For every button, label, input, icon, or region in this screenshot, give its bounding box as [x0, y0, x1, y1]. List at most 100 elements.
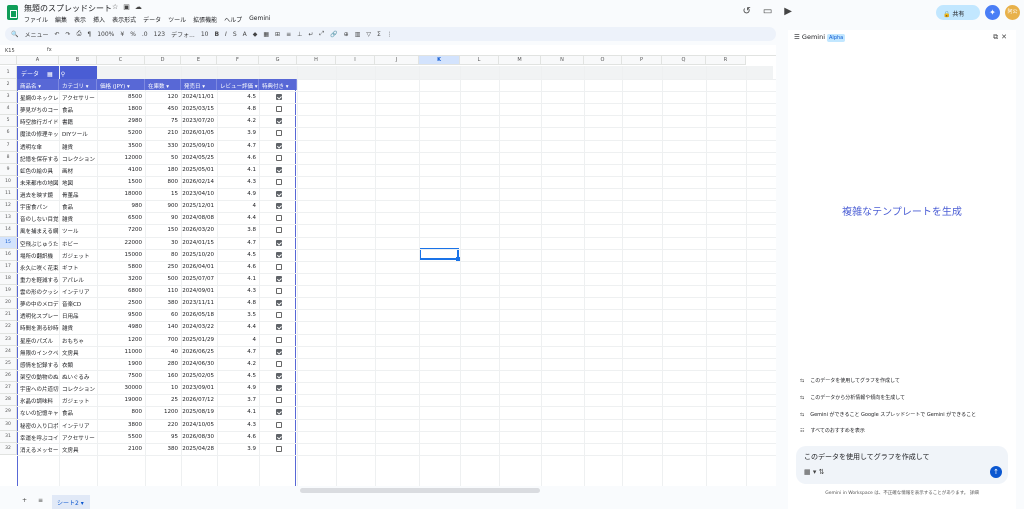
column-header-R[interactable]: R — [706, 56, 746, 65]
checkbox[interactable] — [276, 130, 282, 137]
table-header-cell[interactable]: カテゴリ ▾ — [59, 79, 97, 90]
table-header-cell[interactable]: 特典付き ▾ — [259, 79, 297, 90]
table-header-cell[interactable]: 価格 (JPY) ▾ — [97, 79, 145, 90]
search-menu[interactable]: メニュー — [24, 30, 48, 39]
row-header[interactable]: 26 — [0, 369, 17, 383]
more-icon[interactable]: ⋮ — [387, 31, 393, 38]
row-header[interactable]: 21 — [0, 309, 17, 322]
input-tools-icon[interactable]: ▦ ▾ ⇅ — [804, 468, 824, 476]
checkbox[interactable] — [276, 312, 282, 319]
column-header-P[interactable]: P — [622, 56, 662, 65]
link-icon[interactable]: 🔗 — [330, 31, 337, 38]
merge-icon[interactable]: ⊞ — [275, 31, 280, 38]
column-header-B[interactable]: B — [59, 56, 97, 65]
cell-reference[interactable]: K15 — [5, 48, 15, 54]
table-header-cell[interactable]: 発売日 ▾ — [181, 79, 217, 90]
selected-cell[interactable] — [419, 248, 460, 261]
comment-add-icon[interactable]: ⊕ — [344, 31, 349, 38]
checkbox[interactable] — [276, 288, 282, 295]
row-header[interactable]: 8 — [0, 151, 17, 164]
row-header[interactable]: 23 — [0, 333, 17, 346]
row-header[interactable]: 20 — [0, 297, 17, 310]
menu-item-9[interactable]: Gemini — [249, 15, 270, 24]
checkbox[interactable] — [276, 215, 282, 222]
checkbox[interactable] — [276, 263, 282, 270]
checkbox[interactable] — [276, 94, 282, 100]
row-header[interactable]: 31 — [0, 430, 17, 443]
checkbox[interactable] — [276, 275, 282, 282]
checkbox[interactable] — [276, 178, 282, 185]
row-header[interactable]: 9 — [0, 163, 17, 176]
column-header-F[interactable]: F — [217, 56, 259, 65]
checkbox[interactable] — [276, 251, 282, 258]
column-header-C[interactable]: C — [97, 56, 145, 65]
row-header[interactable]: 12 — [0, 200, 17, 213]
gemini-input[interactable]: このデータを使用してグラフを作成して ▦ ▾ ⇅ ↑ — [796, 446, 1008, 484]
menu-item-7[interactable]: 拡張機能 — [193, 15, 217, 24]
row-header[interactable]: 25 — [0, 357, 17, 370]
checkbox[interactable] — [276, 360, 282, 367]
row-header[interactable]: 32 — [0, 442, 17, 455]
checkbox[interactable] — [276, 409, 282, 416]
all-sheets-icon[interactable]: ≡ — [38, 497, 43, 504]
checkbox[interactable] — [276, 372, 282, 379]
row-header[interactable]: 29 — [0, 406, 17, 419]
column-header-G[interactable]: G — [259, 56, 297, 65]
column-header-O[interactable]: O — [584, 56, 622, 65]
add-sheet-icon[interactable]: + — [22, 497, 27, 504]
chart-icon[interactable]: ▥ — [355, 31, 361, 38]
menu-item-5[interactable]: データ — [143, 15, 161, 24]
valign-icon[interactable]: ⊥ — [297, 31, 302, 38]
row-header[interactable]: 15 — [0, 236, 17, 249]
currency-icon[interactable]: ¥ — [120, 31, 124, 38]
borders-icon[interactable]: ▦ — [263, 31, 269, 38]
row-header[interactable]: 19 — [0, 285, 17, 298]
menu-item-2[interactable]: 表示 — [74, 15, 86, 24]
checkbox[interactable] — [276, 227, 282, 234]
checkbox[interactable] — [276, 142, 282, 149]
share-button[interactable]: 🔒 共有 — [936, 5, 980, 20]
decrease-decimal[interactable]: .0 — [142, 31, 148, 38]
row-header[interactable]: 5 — [0, 115, 17, 128]
undo-icon[interactable]: ↶ — [55, 31, 60, 38]
percent-button[interactable]: % — [130, 31, 136, 38]
column-header-E[interactable]: E — [181, 56, 217, 65]
row-header[interactable]: 16 — [0, 248, 17, 261]
search-icon[interactable]: 🔍 — [11, 31, 18, 38]
column-header-M[interactable]: M — [499, 56, 541, 65]
row-header[interactable]: 13 — [0, 212, 17, 225]
column-header-L[interactable]: L — [460, 56, 499, 65]
checkbox[interactable] — [276, 106, 282, 113]
suggestion-chart[interactable]: ⇆ このデータを使用してグラフを作成して — [800, 377, 900, 384]
checkbox[interactable] — [276, 445, 282, 452]
checkbox[interactable] — [276, 336, 282, 343]
row-header[interactable]: 4 — [0, 103, 17, 116]
checkbox[interactable] — [276, 239, 282, 246]
table-header-cell[interactable]: 商品名 ▾ — [17, 79, 59, 90]
table-header-cell[interactable]: 在庫数 ▾ — [145, 79, 181, 90]
print-icon[interactable]: ⎙ — [77, 30, 82, 38]
column-header-I[interactable]: I — [336, 56, 375, 65]
number-format[interactable]: 123 — [154, 31, 165, 38]
panel-icons[interactable]: ⧉✕ — [993, 33, 1010, 42]
row-header[interactable]: 11 — [0, 188, 17, 201]
menu-item-1[interactable]: 編集 — [55, 15, 67, 24]
document-title[interactable]: 無題のスプレッドシート — [24, 3, 112, 14]
row-header[interactable]: 18 — [0, 272, 17, 286]
strikethrough-icon[interactable]: S — [233, 31, 237, 38]
tab-sheet2[interactable]: シート2 ▾ — [52, 495, 90, 509]
history-icon[interactable]: ↺ — [742, 6, 750, 17]
sum-icon[interactable]: Σ — [377, 31, 381, 38]
column-header-A[interactable]: A — [17, 56, 59, 65]
spreadsheet-grid[interactable]: データ ▦ ⚲ A B C D E F G H I J K L M N O P Q R 1 2 3 4 5 6 7 8 9 10 11 12 1… — [0, 56, 776, 486]
row-header[interactable]: 14 — [0, 224, 17, 237]
row-header[interactable]: 28 — [0, 394, 17, 407]
row-header[interactable]: 2 — [0, 79, 17, 91]
sheets-logo-icon[interactable] — [7, 5, 18, 20]
checkbox[interactable] — [276, 203, 282, 210]
menu-item-3[interactable]: 挿入 — [93, 15, 105, 24]
row-header[interactable]: 22 — [0, 321, 17, 334]
meet-icon[interactable]: ▶ — [784, 6, 792, 17]
bold-button[interactable]: B — [214, 31, 219, 38]
fill-color-icon[interactable]: ◆ — [253, 31, 258, 38]
